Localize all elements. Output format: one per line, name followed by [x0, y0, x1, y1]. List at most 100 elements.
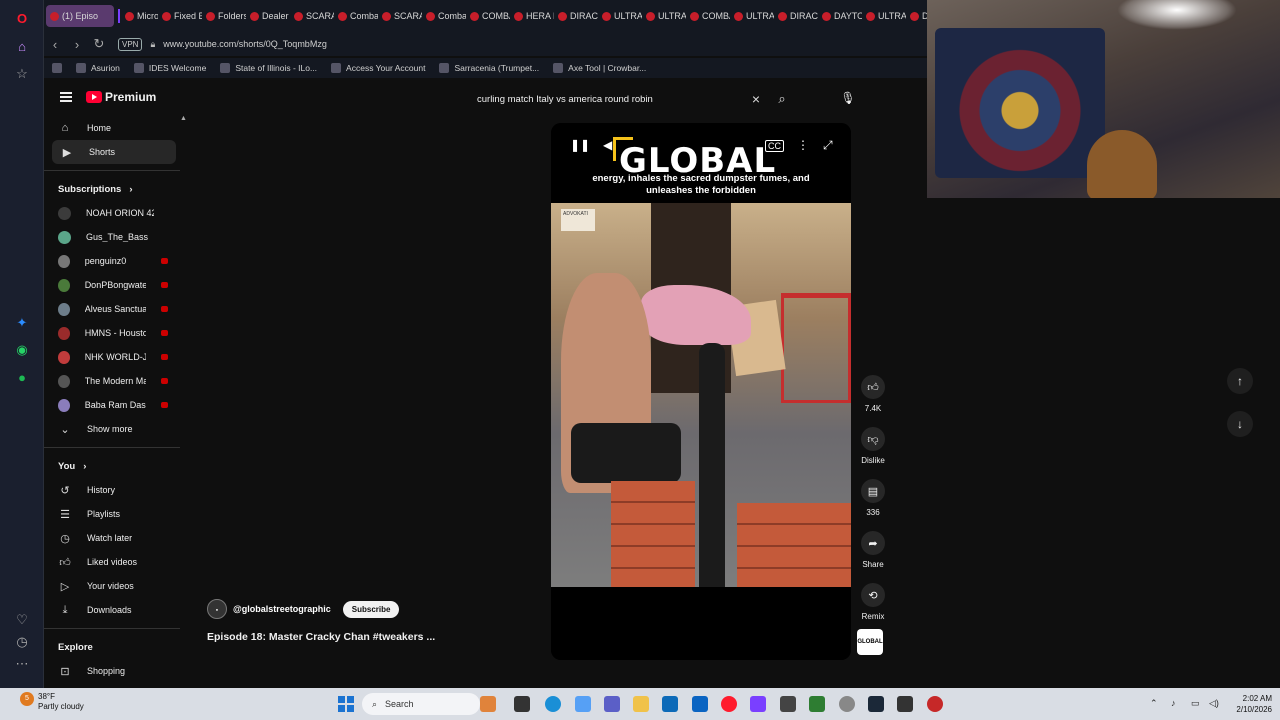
task-view-icon[interactable] — [514, 696, 530, 712]
taskbar-app-icon[interactable] — [480, 696, 496, 712]
browser-tab[interactable]: DAYTO — [818, 5, 862, 27]
previous-short-button[interactable]: ↑ — [1227, 368, 1253, 394]
taskbar-search[interactable]: ⌕ Search — [362, 693, 480, 715]
sidebar-item-history[interactable]: ↺ History — [44, 478, 184, 502]
vpn-badge[interactable]: VPN — [118, 37, 143, 51]
sidebar-item-watch-later[interactable]: ◷ Watch later — [44, 526, 184, 550]
pause-icon[interactable]: ❚❚ — [570, 138, 590, 152]
channel-name[interactable]: @globalstreetographic — [233, 604, 331, 614]
bookmark-item[interactable]: Axe Tool | Crowbar... — [553, 63, 646, 73]
channel-thumbnail[interactable]: GLOBAL — [857, 629, 883, 655]
settings-icon[interactable] — [839, 696, 855, 712]
opera-logo-icon[interactable]: O — [14, 10, 30, 26]
bookmark-item[interactable]: State of Illinois - ILo... — [220, 63, 317, 73]
bookmark-item[interactable]: Access Your Account — [331, 63, 425, 73]
subscription-item[interactable]: NHK WORLD-JA... — [44, 345, 184, 369]
teams-icon[interactable] — [604, 696, 620, 712]
shorts-player[interactable]: GLOBAL energy, inhales the sacred dumpst… — [551, 123, 851, 660]
back-icon[interactable]: ‹ — [44, 37, 66, 52]
search-icon[interactable]: ⌕ — [767, 91, 797, 107]
star-icon[interactable]: ☆ — [14, 66, 30, 82]
sidebar-item-shopping[interactable]: ⊡ Shopping — [44, 659, 184, 683]
volume-icon[interactable]: ◁) — [1209, 698, 1219, 709]
browser-tab[interactable]: ULTRA — [598, 5, 642, 27]
comments-button[interactable]: ▤ 336 — [857, 479, 889, 517]
bookmark-folder-icon[interactable] — [52, 63, 62, 73]
messenger-icon[interactable]: ✦ — [14, 315, 30, 331]
taskbar-app-icon[interactable] — [927, 696, 943, 712]
network-icon[interactable]: ▭ — [1191, 698, 1200, 709]
channel-avatar[interactable]: ● — [207, 599, 227, 619]
tray-chevron-icon[interactable]: ⌃ — [1150, 698, 1158, 709]
weather-widget[interactable]: 5 38°F Partly cloudy — [20, 692, 84, 712]
menu-icon[interactable] — [60, 92, 72, 102]
spotify-icon[interactable]: ● — [14, 369, 30, 385]
subscription-item[interactable]: DonPBongwater — [44, 273, 184, 297]
browser-tab[interactable]: DIRAC — [554, 5, 598, 27]
show-more-button[interactable]: ⌄ Show more — [44, 417, 184, 441]
copilot-icon[interactable] — [575, 696, 591, 712]
discord-icon[interactable] — [750, 696, 766, 712]
browser-tab[interactable]: ULTRA — [642, 5, 686, 27]
subscribe-button[interactable]: Subscribe — [342, 600, 400, 618]
edge-icon[interactable] — [545, 696, 561, 712]
search-input[interactable] — [467, 86, 745, 112]
subscription-item[interactable]: Alveus Sanctuary — [44, 297, 184, 321]
bookmark-item[interactable]: IDES Welcome — [133, 63, 206, 73]
history-clock-icon[interactable]: ◷ — [14, 634, 30, 650]
forward-icon[interactable]: › — [66, 37, 88, 52]
remix-button[interactable]: ⟲ Remix — [857, 583, 889, 621]
opera-icon[interactable] — [721, 696, 737, 712]
sidebar-item-your-videos[interactable]: ▷ Your videos — [44, 574, 184, 598]
sidebar-item-downloads[interactable]: ⤓ Downloads — [44, 598, 184, 622]
sidebar-item-home[interactable]: ⌂ Home — [44, 116, 184, 140]
steam-icon[interactable] — [868, 696, 884, 712]
microphone-icon[interactable]: 🎙︎ — [838, 88, 858, 108]
next-short-button[interactable]: ↓ — [1227, 411, 1253, 437]
heart-icon[interactable]: ♡ — [14, 612, 30, 628]
browser-tab[interactable]: Dealer — [246, 5, 290, 27]
subscription-item[interactable]: NOAH ORION 42 — [44, 201, 184, 225]
browser-tab[interactable]: ULTRA — [862, 5, 906, 27]
bookmark-item[interactable]: Sarracenia (Trumpet... — [439, 63, 539, 73]
dislike-button[interactable]: 👎︎ Dislike — [857, 427, 889, 465]
more-icon[interactable]: ⋯ — [14, 656, 30, 672]
bookmark-item[interactable]: Asurion — [76, 63, 120, 73]
taskbar-app-icon[interactable] — [780, 696, 796, 712]
windows-start-icon[interactable] — [338, 696, 354, 712]
browser-tab[interactable]: HERA D — [510, 5, 554, 27]
like-button[interactable]: 👍︎ 7.4K — [857, 375, 889, 413]
system-clock[interactable]: 2:02 AM 2/10/2026 — [1228, 693, 1272, 715]
video-title[interactable]: Episode 18: Master Cracky Chan #tweakers… — [207, 631, 435, 643]
subscription-item[interactable]: Gus_The_Bass — [44, 225, 184, 249]
whatsapp-icon[interactable]: ◉ — [14, 342, 30, 358]
subscription-item[interactable]: Baba Ram Dass — [44, 393, 184, 417]
browser-tab[interactable]: Fixed B — [158, 5, 202, 27]
subscription-item[interactable]: HMNS - Houston... — [44, 321, 184, 345]
browser-tab[interactable]: DIRAC — [774, 5, 818, 27]
home-icon[interactable]: ⌂ — [14, 38, 30, 54]
url-field[interactable]: www.youtube.com/shorts/0Q_ToqmbMzg — [163, 39, 327, 49]
browser-tab[interactable]: Folders — [202, 5, 246, 27]
sidebar-item-playlists[interactable]: ☰ Playlists — [44, 502, 184, 526]
browser-tab[interactable]: ULTRA — [730, 5, 774, 27]
outlook-icon[interactable] — [692, 696, 708, 712]
subscription-item[interactable]: penguinz0 — [44, 249, 184, 273]
browser-tab[interactable]: Di — [906, 5, 927, 27]
sidebar-item-liked-videos[interactable]: 👍︎ Liked videos — [44, 550, 184, 574]
subscriptions-heading[interactable]: Subscriptions › — [44, 177, 184, 201]
reload-icon[interactable]: ↻ — [88, 36, 110, 52]
browser-tab[interactable]: Comba — [422, 5, 466, 27]
sidebar-item-shorts[interactable]: ▶ Shorts — [52, 140, 176, 164]
taskbar-app-icon[interactable] — [897, 696, 913, 712]
fullscreen-icon[interactable]: ⤢ — [823, 138, 833, 153]
clear-search-icon[interactable]: × — [745, 91, 767, 107]
browser-tab[interactable]: SCARA — [290, 5, 334, 27]
more-options-icon[interactable]: ⋮ — [797, 138, 809, 152]
subscription-item[interactable]: The Modern Mar... — [44, 369, 184, 393]
tray-app-icon[interactable]: ♪ — [1171, 698, 1176, 708]
captions-icon[interactable]: CC — [765, 140, 784, 152]
file-explorer-icon[interactable] — [633, 696, 649, 712]
store-icon[interactable] — [662, 696, 678, 712]
browser-tab[interactable]: COMBA — [686, 5, 730, 27]
